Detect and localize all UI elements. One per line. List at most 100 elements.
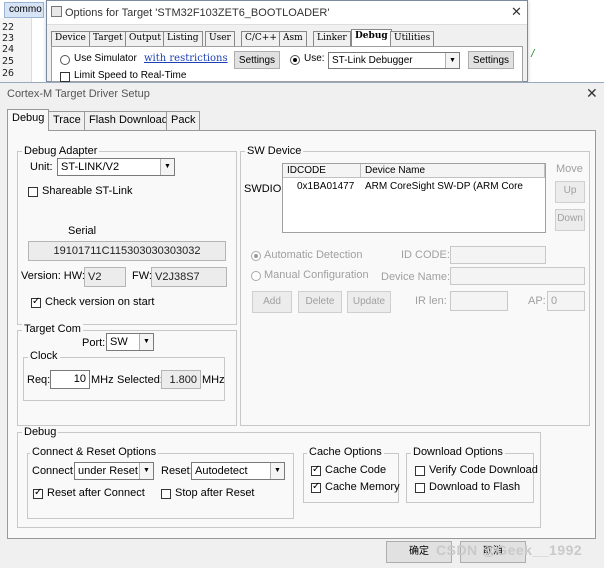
auto-detect-radio[interactable] — [251, 251, 261, 261]
id-code-label: ID CODE: — [401, 249, 450, 261]
tab-user[interactable]: User — [205, 31, 235, 46]
move-up-button[interactable]: Up — [555, 181, 585, 203]
port-select[interactable]: SW ▼ — [106, 333, 154, 351]
selected-label: Selected: — [117, 374, 163, 386]
device-name-label: Device Name: — [381, 271, 451, 283]
add-button[interactable]: Add — [252, 291, 292, 313]
hw-value: V2 — [84, 267, 126, 287]
debug-options-label: Debug — [22, 426, 59, 438]
cache-options-label: Cache Options — [307, 446, 384, 458]
chevron-down-icon: ▼ — [445, 53, 459, 68]
csdn-watermark: CSDN @Geek__1992 — [436, 542, 583, 558]
line-number: 25 — [2, 56, 15, 67]
tab-debug[interactable]: Debug — [7, 109, 50, 131]
shareable-label: Shareable ST-Link — [42, 185, 133, 197]
stop-after-reset-label: Stop after Reset — [175, 487, 255, 499]
req-label: Req: — [27, 374, 51, 386]
unit-select[interactable]: ST-LINK/V2 ▼ — [57, 158, 175, 176]
reset-value: Autodetect — [195, 465, 248, 477]
use-simulator-radio[interactable] — [60, 55, 70, 65]
ir-len-input[interactable] — [450, 291, 508, 311]
sw-device-table[interactable]: IDCODE Device Name 0x1BA01477 ARM CoreSi… — [282, 163, 546, 233]
cache-memory-label: Cache Memory — [325, 481, 400, 493]
tab-asm[interactable]: Asm — [279, 31, 307, 46]
restrictions-link[interactable]: with restrictions — [144, 53, 228, 64]
editor-tab[interactable]: commo — [4, 2, 44, 18]
tab-device[interactable]: Device — [51, 31, 90, 46]
tab-target[interactable]: Target — [89, 31, 127, 46]
column-header-idcode: IDCODE — [283, 164, 361, 178]
ir-len-label: IR len: — [415, 295, 447, 307]
tab-pack[interactable]: Pack — [166, 111, 201, 130]
column-header-device: Device Name — [361, 164, 545, 178]
check-version-label: Check version on start — [45, 296, 155, 308]
table-header: IDCODE Device Name — [283, 164, 545, 178]
move-down-button[interactable]: Down — [555, 209, 585, 231]
cache-code-checkbox[interactable] — [311, 464, 321, 476]
selected-unit: MHz — [202, 374, 225, 386]
reset-label: Reset: — [161, 465, 193, 477]
close-icon[interactable]: ✕ — [586, 85, 598, 102]
line-number: 26 — [2, 68, 15, 79]
serial-value: 19101711C115303030303032 — [28, 241, 226, 261]
req-input[interactable]: 10 — [50, 370, 90, 389]
tab-output[interactable]: Output — [125, 31, 165, 46]
tab-c-cpp[interactable]: C/C++ — [241, 31, 281, 46]
limit-speed-checkbox[interactable] — [60, 72, 70, 82]
tab-listing[interactable]: Listing — [163, 31, 203, 46]
unit-value: ST-LINK/V2 — [61, 161, 120, 173]
options-title: Options for Target 'STM32F103ZET6_BOOTLO… — [65, 7, 330, 19]
reset-select[interactable]: Autodetect ▼ — [191, 462, 285, 480]
port-label: Port: — [82, 337, 106, 349]
id-code-input[interactable] — [450, 246, 546, 264]
close-icon[interactable]: ✕ — [511, 4, 522, 20]
download-to-flash-label: Download to Flash — [429, 481, 521, 493]
download-options-label: Download Options — [411, 446, 505, 458]
update-button[interactable]: Update — [347, 291, 391, 313]
connect-value: under Reset — [78, 465, 138, 477]
delete-button[interactable]: Delete — [298, 291, 342, 313]
reset-after-connect-label: Reset after Connect — [47, 487, 145, 499]
download-options-group — [406, 453, 534, 503]
cache-memory-checkbox[interactable] — [311, 481, 321, 493]
cache-code-label: Cache Code — [325, 464, 387, 476]
use-simulator-label: Use Simulator — [74, 53, 137, 64]
options-title-bar: Options for Target 'STM32F103ZET6_BOOTLO… — [47, 1, 527, 25]
reset-after-connect-checkbox[interactable] — [33, 487, 43, 499]
tab-linker[interactable]: Linker — [313, 31, 351, 46]
debugger-select[interactable]: ST-Link Debugger ▼ — [328, 52, 460, 69]
connect-select[interactable]: under Reset ▼ — [74, 462, 154, 480]
cache-options-group — [303, 453, 399, 503]
download-to-flash-checkbox[interactable] — [415, 483, 425, 493]
check-version-checkbox[interactable] — [31, 296, 41, 308]
chevron-down-icon: ▼ — [270, 463, 284, 479]
verify-download-checkbox[interactable] — [415, 466, 425, 476]
ap-input[interactable]: 0 — [547, 291, 585, 311]
tab-flash-download[interactable]: Flash Download — [84, 111, 173, 130]
settings-left-button[interactable]: Settings — [234, 51, 280, 69]
selected-value: 1.800 — [161, 370, 201, 389]
line-gutter: 22 23 24 25 26 — [0, 18, 32, 82]
limit-speed-label: Limit Speed to Real-Time — [74, 70, 187, 81]
manual-config-label: Manual Configuration — [264, 269, 369, 281]
table-cell-idcode: 0x1BA01477 — [297, 181, 355, 192]
swdio-label: SWDIO — [244, 183, 282, 195]
chevron-down-icon: ▼ — [160, 159, 174, 175]
connect-reset-label: Connect & Reset Options — [30, 446, 159, 458]
chevron-down-icon: ▼ — [139, 334, 153, 350]
shareable-checkbox[interactable] — [28, 187, 38, 197]
dialog-title: Cortex-M Target Driver Setup — [7, 88, 150, 100]
device-name-input[interactable] — [450, 267, 585, 285]
tab-trace[interactable]: Trace — [48, 111, 86, 130]
serial-label: Serial — [68, 225, 97, 237]
use-label: Use: — [304, 53, 325, 64]
debug-adapter-label: Debug Adapter — [22, 145, 100, 157]
target-driver-setup-dialog: Cortex-M Target Driver Setup ✕ Debug Tra… — [0, 82, 604, 568]
tab-debug[interactable]: Debug — [351, 29, 392, 46]
settings-right-button[interactable]: Settings — [468, 51, 514, 69]
tab-utilities[interactable]: Utilities — [390, 31, 435, 46]
stop-after-reset-checkbox[interactable] — [161, 489, 171, 499]
manual-config-radio[interactable] — [251, 271, 261, 281]
sw-device-label: SW Device — [245, 145, 304, 157]
use-debugger-radio[interactable] — [290, 55, 300, 65]
